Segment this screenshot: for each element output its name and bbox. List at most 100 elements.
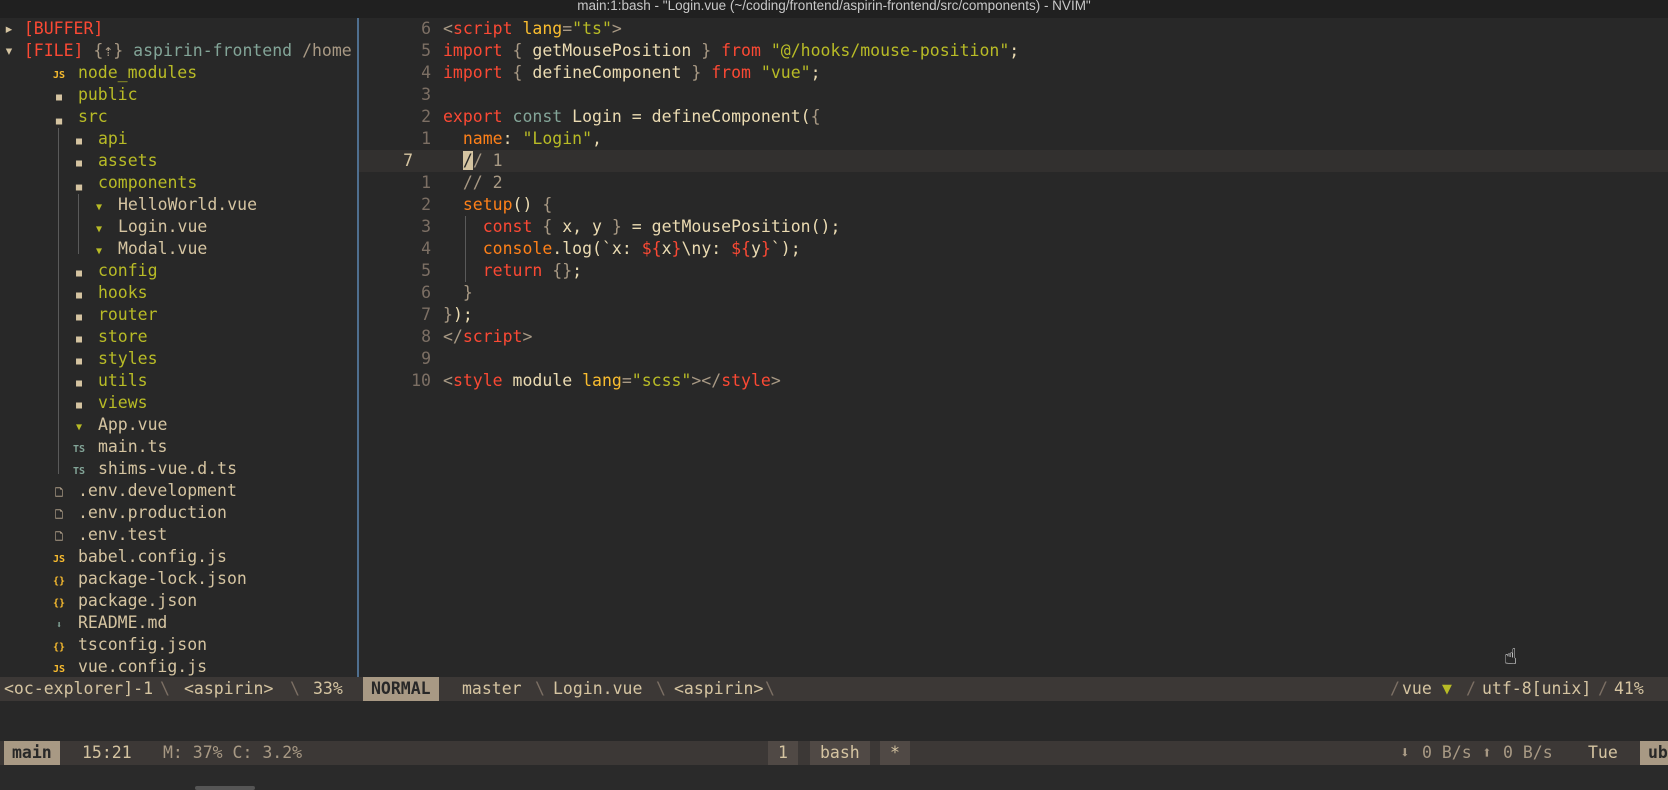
tmux-stats: M: 37% C: 3.2% [163, 743, 303, 762]
code-line[interactable]: 4 console.log(`x: ${x}\ny: ${y}`); [359, 238, 1668, 260]
explorer-item-label: config [97, 261, 158, 280]
indent-guide [463, 238, 483, 260]
code-text: name: "Login", [462, 129, 602, 148]
text-cursor: / [462, 151, 473, 170]
net-down: 0 B/s [1422, 743, 1472, 762]
file-explorer[interactable]: ▸ [BUFFER] ▾ [FILE] {⇡} aspirin-frontend … [0, 18, 357, 677]
code-line[interactable]: 2 setup() { [359, 194, 1668, 216]
explorer-item[interactable]: ■ assets [70, 150, 158, 172]
tree-guide-line [78, 194, 79, 254]
code-line[interactable]: 1 // 2 [359, 172, 1668, 194]
code-line[interactable]: 7}); [359, 304, 1668, 326]
code-line[interactable]: 1 name: "Login", [359, 128, 1668, 150]
code-line[interactable]: 10 <style module lang="scss"></style> [359, 370, 1668, 392]
code-line[interactable]: 3 [359, 84, 1668, 106]
status-separator: / [1390, 679, 1400, 698]
explorer-item[interactable]: {} package.json [50, 590, 197, 612]
code-text: <style module lang="scss"></style> [443, 371, 781, 390]
explorer-item[interactable]: 🗋 .env.test [50, 524, 167, 546]
horizontal-scrollbar[interactable] [195, 786, 255, 790]
code-line[interactable]: 4 import { defineComponent } from "vue"; [359, 62, 1668, 84]
explorer-item[interactable]: ■ styles [70, 348, 158, 370]
code-text: setup() { [462, 195, 553, 214]
explorer-item[interactable]: ■ router [70, 304, 158, 326]
explorer-buffer-section[interactable]: ▸ [BUFFER] [0, 18, 103, 40]
status-percent: 41% [1614, 679, 1644, 698]
code-line[interactable]: 2 export const Login = defineComponent({ [359, 106, 1668, 128]
explorer-item[interactable]: {} tsconfig.json [50, 634, 207, 656]
tmux-day: Tue [1588, 743, 1618, 762]
explorer-item-label: babel.config.js [77, 547, 227, 566]
code-line[interactable]: 5 return {}; [359, 260, 1668, 282]
explorer-item[interactable]: ■ hooks [70, 282, 148, 304]
explorer-item[interactable]: ■ store [70, 326, 148, 348]
explorer-item[interactable]: 🗋 .env.development [50, 480, 237, 502]
code-line[interactable]: 6 <script lang="ts"> [359, 18, 1668, 40]
explorer-item-label: package-lock.json [77, 569, 247, 588]
explorer-item-label: hooks [97, 283, 148, 302]
git-branch: master [462, 679, 522, 698]
status-file-name: Login.vue [553, 679, 643, 698]
line-number: 2 [421, 195, 431, 214]
explorer-item[interactable]: ▄ components [70, 172, 197, 194]
explorer-item[interactable]: JS babel.config.js [50, 546, 227, 568]
explorer-item-label: Login.vue [117, 217, 208, 236]
explorer-item-label: vue.config.js [77, 657, 208, 676]
code-editor[interactable]: 6 <script lang="ts"> 5 import { getMousePos… [359, 18, 1668, 677]
explorer-status-name: <oc-explorer]-1 [4, 679, 154, 698]
buffer-label: [BUFFER] [23, 19, 104, 38]
explorer-item[interactable]: {} package-lock.json [50, 568, 247, 590]
line-number: 1 [421, 129, 431, 148]
explorer-item-label: .env.production [77, 503, 227, 522]
explorer-item[interactable]: TS main.ts [70, 436, 168, 458]
vim-statusline: <oc-explorer]-1 \ <aspirin> \ 33% NORMAL… [0, 677, 1668, 701]
explorer-item[interactable]: TS shims-vue.d.ts [70, 458, 237, 480]
project-path: /home [302, 41, 352, 60]
explorer-item[interactable]: ■ public [50, 84, 138, 106]
code-text: <script lang="ts"> [443, 19, 622, 38]
code-line[interactable]: 5 import { getMousePosition } from "@/hoo… [359, 40, 1668, 62]
explorer-file-section[interactable]: ▾ [FILE] {⇡} aspirin-frontend /home [0, 40, 352, 62]
folder-open-icon: ▄ [75, 180, 83, 191]
status-filetype: vue [1402, 679, 1432, 698]
download-icon: ⬇ [1400, 743, 1410, 762]
explorer-item[interactable]: ▄ src [50, 106, 108, 128]
explorer-item[interactable]: ▼ App.vue [70, 414, 168, 436]
explorer-item[interactable]: ■ api [70, 128, 128, 150]
status-separator: \ [290, 679, 300, 698]
current-code-line[interactable]: 7 // 1 [359, 150, 1668, 172]
line-number: 6 [421, 283, 431, 302]
tmux-window-index[interactable]: 1 [768, 741, 798, 765]
explorer-item[interactable]: JS node_modules [50, 62, 197, 84]
code-line[interactable]: 6 } [359, 282, 1668, 304]
line-number: 5 [421, 41, 431, 60]
explorer-item[interactable]: ▼ HelloWorld.vue [90, 194, 257, 216]
explorer-item[interactable]: 🗋 .env.production [50, 502, 227, 524]
explorer-item[interactable]: ▼ Login.vue [90, 216, 207, 238]
explorer-item-label: node_modules [77, 63, 198, 82]
line-number: 4 [421, 239, 431, 258]
tmux-session[interactable]: main [4, 741, 60, 765]
vue-icon: ▼ [1442, 679, 1452, 698]
tmux-statusbar: main 15:21 M: 37% C: 3.2% 1 bash * ⬇ 0 B… [0, 741, 1668, 765]
line-number: 4 [421, 63, 431, 82]
explorer-item-label: App.vue [97, 415, 168, 434]
line-number: 1 [421, 173, 431, 192]
expanded-arrow-icon[interactable]: ▾ [4, 41, 14, 60]
explorer-item-label: src [77, 107, 108, 126]
code-line[interactable]: 3 const { x, y } = getMousePosition(); [359, 216, 1668, 238]
status-separator: \ [535, 679, 545, 698]
explorer-status-project: <aspirin> [184, 679, 274, 698]
explorer-item[interactable]: ■ utils [70, 370, 148, 392]
explorer-item[interactable]: JS vue.config.js [50, 656, 207, 677]
collapsed-arrow-icon[interactable]: ▸ [4, 19, 14, 38]
explorer-item[interactable]: ⬇ README.md [50, 612, 167, 634]
code-line[interactable]: 8 </script> [359, 326, 1668, 348]
line-number: 5 [421, 261, 431, 280]
explorer-item[interactable]: ▼ Modal.vue [90, 238, 207, 260]
code-line[interactable]: 9 [359, 348, 1668, 370]
tmux-window-name[interactable]: bash [810, 741, 870, 765]
explorer-item-label: components [97, 173, 198, 192]
explorer-item[interactable]: ■ views [70, 392, 148, 414]
explorer-item[interactable]: ■ config [70, 260, 158, 282]
